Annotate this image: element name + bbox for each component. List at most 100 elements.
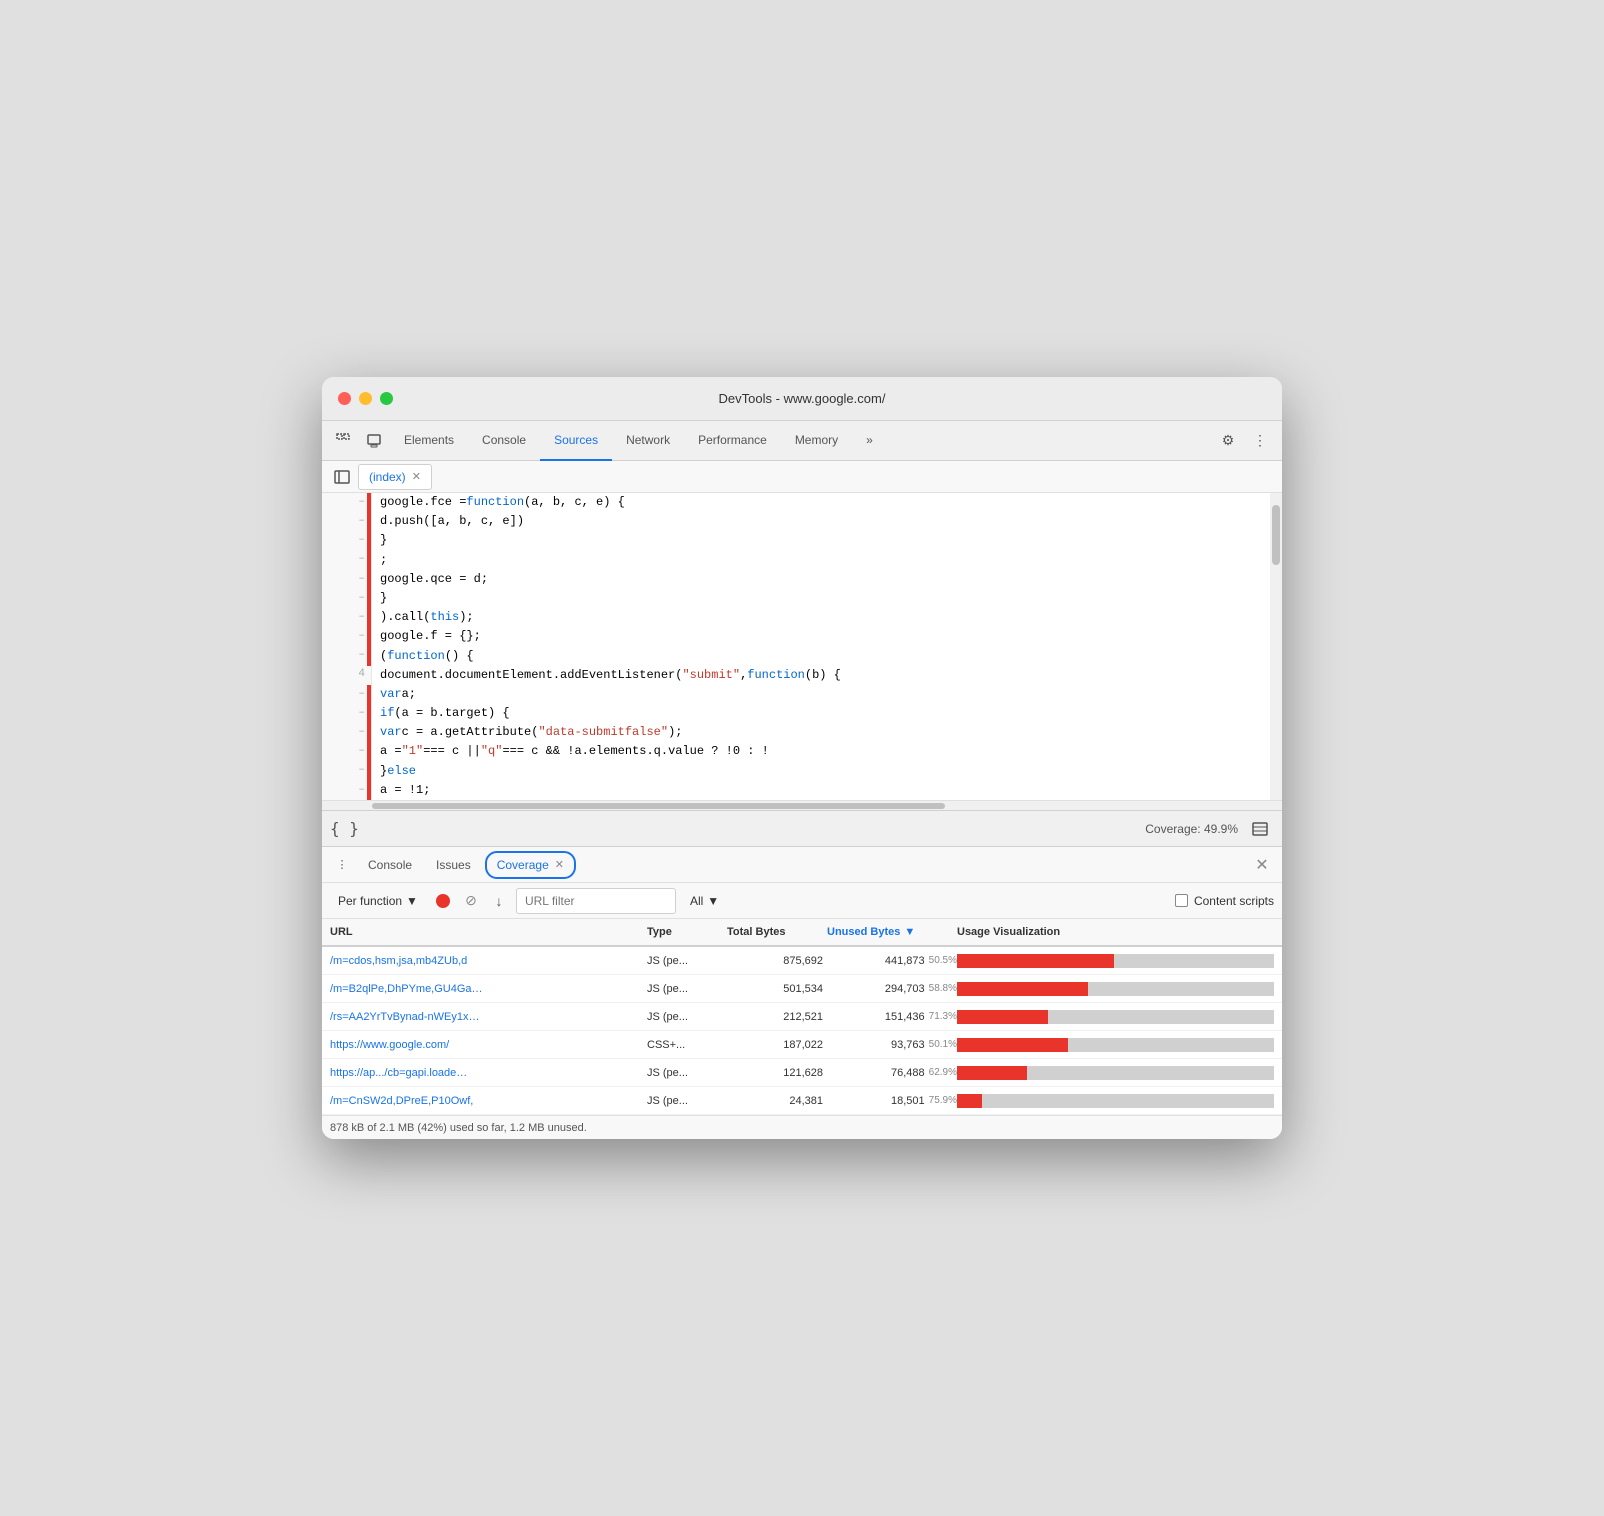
tab-memory[interactable]: Memory [781,421,852,461]
gutter-line: – [322,762,371,781]
tab-network[interactable]: Network [612,421,684,461]
gutter-line: – [322,493,371,512]
pointer-icon[interactable] [330,427,358,455]
code-gutter: –––––––––4–––––– [322,493,372,800]
vertical-scrollbar[interactable] [1270,493,1282,800]
th-usage-viz[interactable]: Usage Visualization [957,926,1274,938]
usage-bar-used [957,1094,982,1108]
tab-nav: Elements Console Sources Network Perform… [390,421,1212,461]
th-url[interactable]: URL [330,926,647,938]
more-icon[interactable]: ⋮ [1246,427,1274,455]
usage-bar [957,982,1274,996]
panel-tab-issues[interactable]: Issues [426,851,481,879]
sidebar-toggle-icon[interactable] [330,465,354,489]
url-filter-input[interactable] [516,888,676,914]
usage-bar-unused [1068,1038,1274,1052]
code-line: document.documentElement.addEventListene… [380,666,1262,685]
table-row[interactable]: /m=CnSW2d,DPreE,P10Owf, JS (pe... 24,381… [322,1087,1282,1115]
record-button[interactable] [432,890,454,912]
tab-more[interactable]: » [852,421,887,461]
usage-bar [957,954,1274,968]
code-line: } else [380,762,1262,781]
per-function-label: Per function [338,894,402,908]
gutter-line: – [322,704,371,723]
clear-button[interactable]: ⊘ [460,890,482,912]
code-line: a = !1; [380,781,1262,800]
tab-sources[interactable]: Sources [540,421,612,461]
status-text: 878 kB of 2.1 MB (42%) used so far, 1.2 … [330,1122,587,1134]
scrollbar-thumb [1272,505,1280,565]
all-label: All [690,894,703,908]
content-scripts-checkbox[interactable] [1175,894,1188,907]
code-line: d.push([a, b, c, e]) [380,512,1262,531]
horizontal-scrollbar[interactable] [322,800,1282,810]
usage-bar-unused [1114,954,1274,968]
panel-tab-coverage[interactable]: Coverage ✕ [485,851,576,879]
close-button[interactable] [338,392,351,405]
gutter-line: – [322,608,371,627]
tab-performance[interactable]: Performance [684,421,781,461]
cell-unused: 76,488 62.9% [827,1067,957,1079]
cell-url: https://www.google.com/ [330,1039,647,1051]
sort-icon: ▼ [904,926,915,938]
file-tab-close-icon[interactable]: ✕ [412,470,421,483]
usage-bar-used [957,982,1088,996]
table-row[interactable]: /m=cdos,hsm,jsa,mb4ZUb,d JS (pe... 875,6… [322,947,1282,975]
bottom-toolbar-right: Coverage: 49.9% [1145,815,1274,843]
table-row[interactable]: /m=B2qlPe,DhPYme,GU4Ga… JS (pe... 501,53… [322,975,1282,1003]
table-body: /m=cdos,hsm,jsa,mb4ZUb,d JS (pe... 875,6… [322,947,1282,1115]
usage-bar-used [957,1038,1068,1052]
all-dropdown[interactable]: All ▼ [682,888,727,914]
th-total-bytes[interactable]: Total Bytes [727,926,827,938]
content-scripts-label[interactable]: Content scripts [1175,894,1274,908]
cell-total: 121,628 [727,1067,827,1079]
coverage-controls: Per function ▼ ⊘ ↓ All ▼ Content scripts [322,883,1282,919]
panel-tab-close-icon[interactable]: ✕ [555,858,564,871]
table-row[interactable]: /rs=AA2YrTvBynad-nWEy1x… JS (pe... 212,5… [322,1003,1282,1031]
panel-tabs: ⋮ Console Issues Coverage ✕ ✕ [322,847,1282,883]
gutter-line: – [322,723,371,742]
cell-total: 875,692 [727,955,827,967]
panel-menu-icon[interactable]: ⋮ [330,853,354,877]
code-line: a = "1" === c || "q" === c && !a.element… [380,742,1262,761]
panel-close-button[interactable]: ✕ [1250,853,1274,877]
usage-bar-used [957,954,1114,968]
table-row[interactable]: https://www.google.com/ CSS+... 187,022 … [322,1031,1282,1059]
table-row[interactable]: https://ap.../cb=gapi.loade… JS (pe... 1… [322,1059,1282,1087]
cell-unused: 294,703 58.8% [827,983,957,995]
devtools-toolbar: Elements Console Sources Network Perform… [322,421,1282,461]
cell-usage-viz [957,1066,1274,1080]
content-scripts-text: Content scripts [1194,894,1274,908]
usage-bar [957,1094,1274,1108]
cell-url: /rs=AA2YrTvBynad-nWEy1x… [330,1011,647,1023]
file-tab[interactable]: (index) ✕ [358,464,432,490]
settings-icon[interactable]: ⚙ [1214,427,1242,455]
tab-console[interactable]: Console [468,421,540,461]
code-line: if (a = b.target) { [380,704,1262,723]
panel-tab-console[interactable]: Console [358,851,422,879]
per-function-chevron-icon: ▼ [406,894,418,908]
device-icon[interactable] [360,427,388,455]
code-line: ; [380,551,1262,570]
coverage-chart-icon[interactable] [1246,815,1274,843]
gutter-line: – [322,685,371,704]
minimize-button[interactable] [359,392,372,405]
tab-elements[interactable]: Elements [390,421,468,461]
code-content[interactable]: google.fce = function(a, b, c, e) { d.pu… [372,493,1270,800]
per-function-button[interactable]: Per function ▼ [330,888,426,914]
window-controls [338,392,393,405]
th-type[interactable]: Type [647,926,727,938]
usage-bar-unused [1027,1066,1274,1080]
cell-unused: 441,873 50.5% [827,955,957,967]
maximize-button[interactable] [380,392,393,405]
th-unused-bytes[interactable]: Unused Bytes ▼ [827,926,957,938]
status-bar: 878 kB of 2.1 MB (42%) used so far, 1.2 … [322,1115,1282,1139]
pretty-print-icon[interactable]: { } [330,819,359,838]
code-line: google.fce = function(a, b, c, e) { [380,493,1262,512]
code-line: } [380,531,1262,550]
usage-bar-unused [1048,1010,1274,1024]
usage-bar [957,1066,1274,1080]
download-button[interactable]: ↓ [488,890,510,912]
titlebar: DevTools - www.google.com/ [322,377,1282,421]
code-line: ).call(this); [380,608,1262,627]
